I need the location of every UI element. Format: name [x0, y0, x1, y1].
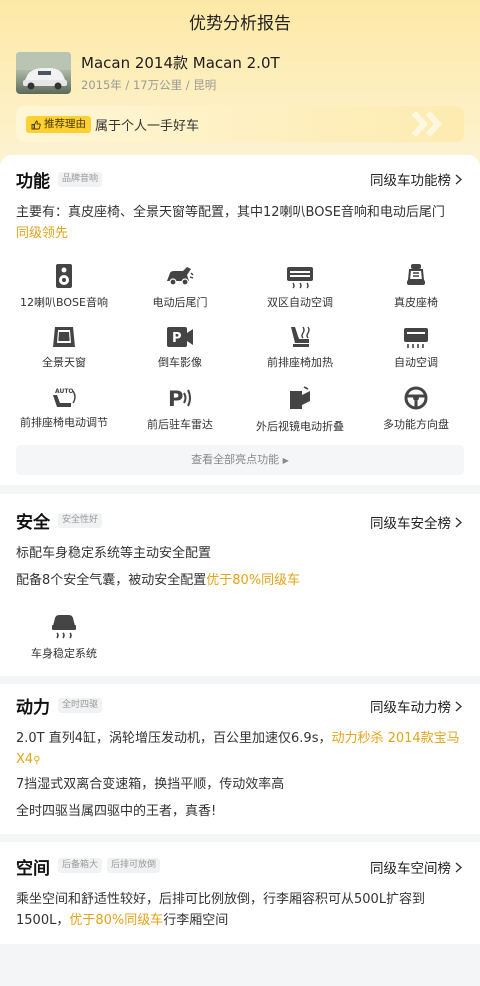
feature-label: 双区自动空调: [267, 296, 333, 309]
feature-label: 电动后尾门: [152, 296, 208, 309]
power-tag: 全时四驱: [58, 698, 103, 713]
double-chevron-decoration-icon: [411, 110, 443, 138]
feature-item[interactable]: 双区自动空调: [240, 263, 360, 310]
chevron-right-icon: [455, 173, 462, 185]
feature-item[interactable]: 车身稳定系统: [4, 614, 124, 661]
auto-ac-icon: [404, 328, 428, 348]
leather-seat-icon: [407, 264, 425, 285]
feature-item[interactable]: 外后视镜电动折叠: [240, 385, 360, 434]
space-rank-link[interactable]: 同级车空间榜: [370, 857, 462, 877]
car-meta: 2015年 / 17万公里 / 昆明: [81, 78, 217, 92]
car-thumbnail[interactable]: [16, 52, 71, 94]
feature-label: 真皮座椅: [394, 296, 438, 309]
safety-tag: 安全性好: [58, 513, 103, 528]
search-icon[interactable]: ⚲: [33, 755, 40, 766]
space-tag: 后备箱大: [58, 858, 103, 873]
feature-item[interactable]: 多功能方向盘: [356, 385, 476, 432]
space-title: 空间: [16, 859, 50, 879]
safety-title: 安全: [16, 513, 50, 533]
safety-line-2-highlight: 优于80%同级车: [206, 573, 301, 588]
speaker-icon: [56, 264, 72, 288]
feature-label: 自动空调: [394, 356, 438, 369]
feature-label: 倒车影像: [158, 356, 202, 369]
chevron-right-icon: [455, 700, 462, 712]
feature-label: 多功能方向盘: [383, 418, 449, 431]
feature-label: 前后驻车雷达: [147, 418, 213, 431]
recommend-reason-text: 属于个人一手好车: [95, 119, 200, 134]
space-line-2-text: 1500L，: [16, 913, 70, 928]
safety-rank-link[interactable]: 同级车安全榜: [370, 512, 462, 532]
space-line-2-highlight: 优于80%同级车: [69, 913, 164, 928]
recommend-reason-tag-label: 推荐理由: [44, 118, 86, 130]
power-tailgate-icon: [167, 267, 194, 286]
safety-rank-label: 同级车安全榜: [370, 516, 451, 532]
feature-item[interactable]: 12喇叭BOSE音响: [4, 263, 124, 310]
function-desc-text: 主要有：真皮座椅、全景天窗等配置，其中12喇叭BOSE音响和电动后尾门: [16, 205, 445, 220]
feature-label: 全景天窗: [42, 356, 86, 369]
power-card: 动力 全时四驱 同级车动力榜 2.0T 直列4缸，涡轮增压发动机，百公里加速仅6…: [0, 684, 480, 834]
function-card: 功能 品牌音响 同级车功能榜 主要有：真皮座椅、全景天窗等配置，其中12喇叭BO…: [0, 155, 480, 485]
recommend-reason-tag: 推荐理由: [26, 116, 91, 133]
thumbs-up-icon: [31, 120, 41, 129]
feature-item[interactable]: 自动空调: [356, 325, 476, 370]
space-card: 空间 后备箱大 后排可放倒 同级车空间榜 乘坐空间和舒适性较好，后排可比例放倒，…: [0, 842, 480, 944]
safety-line-2: 配备8个安全气囊，被动安全配置优于80%同级车: [16, 570, 466, 591]
space-tag: 后排可放倒: [107, 858, 161, 873]
mirror-fold-icon: [290, 386, 310, 409]
feature-label: 外后视镜电动折叠: [256, 420, 344, 433]
svg-text:P: P: [172, 331, 182, 346]
feature-item[interactable]: AUTO 前排座椅电动调节: [4, 385, 124, 430]
function-desc-highlight: 同级领先: [16, 226, 69, 241]
safety-line-1: 标配车身稳定系统等主动安全配置: [16, 546, 212, 561]
space-description: 乘坐空间和舒适性较好，后排可比例放倒，行李厢容积可从500L扩容到 1500L，…: [16, 889, 466, 931]
chevron-right-icon: [455, 516, 462, 528]
feature-item[interactable]: 真皮座椅: [356, 263, 476, 310]
space-line-1: 乘坐空间和舒适性较好，后排可比例放倒，行李厢容积可从500L扩容到: [16, 892, 426, 907]
page-title: 优势分析报告: [189, 14, 291, 34]
feature-label: 前排座椅加热: [267, 356, 333, 369]
feature-item[interactable]: 前排座椅加热: [240, 325, 360, 370]
feature-label: 前排座椅电动调节: [20, 416, 108, 429]
safety-line-2-text: 配备8个安全气囊，被动安全配置: [16, 573, 207, 588]
steering-wheel-icon: [404, 386, 428, 410]
parking-radar-icon: P: [168, 387, 191, 411]
function-description: 主要有：真皮座椅、全景天窗等配置，其中12喇叭BOSE音响和电动后尾门 同级领先: [16, 202, 466, 244]
function-rank-link[interactable]: 同级车功能榜: [370, 169, 462, 189]
triangle-right-icon: ▶: [282, 456, 289, 465]
function-title: 功能: [16, 172, 50, 192]
power-seat-adjust-icon: AUTO: [53, 388, 76, 407]
panoramic-sunroof-icon: [53, 327, 75, 347]
car-name: Macan 2014款 Macan 2.0T: [81, 54, 280, 72]
svg-text:P: P: [168, 387, 183, 411]
dual-zone-ac-icon: [287, 267, 313, 289]
stability-control-icon: [52, 615, 76, 639]
view-all-label: 查看全部亮点功能: [191, 453, 280, 466]
recommend-reason-bar: 推荐理由 属于个人一手好车: [16, 106, 464, 142]
chevron-right-icon: [455, 861, 462, 873]
svg-text:AUTO: AUTO: [55, 388, 74, 395]
power-line-3: 全时四驱当属四驱中的王者，真香!: [16, 804, 217, 819]
space-line-2-suffix: 行李厢空间: [163, 913, 229, 928]
power-line-1: 2.0T 直列4缸，涡轮增压发动机，百公里加速仅6.9s，动力秒杀 2014款宝…: [16, 728, 462, 771]
function-tag: 品牌音响: [58, 172, 103, 187]
power-rank-label: 同级车动力榜: [370, 700, 451, 716]
space-rank-label: 同级车空间榜: [370, 861, 451, 877]
feature-label: 12喇叭BOSE音响: [20, 296, 108, 309]
feature-label: 车身稳定系统: [31, 647, 97, 660]
safety-card: 安全 安全性好 同级车安全榜 标配车身稳定系统等主动安全配置 配备8个安全气囊，…: [0, 494, 480, 676]
power-line-2: 7挡湿式双离合变速箱，换挡平顺，传动效率高: [16, 777, 285, 792]
feature-item[interactable]: 全景天窗: [4, 325, 124, 370]
feature-item[interactable]: P 前后驻车雷达: [120, 385, 240, 432]
function-rank-label: 同级车功能榜: [370, 173, 451, 189]
feature-item[interactable]: P 倒车影像: [120, 325, 240, 370]
view-all-features-button[interactable]: 查看全部亮点功能 ▶: [16, 445, 464, 475]
power-rank-link[interactable]: 同级车动力榜: [370, 696, 462, 716]
power-line-1-text: 2.0T 直列4缸，涡轮增压发动机，百公里加速仅6.9s，: [16, 731, 332, 746]
reverse-camera-icon: P: [167, 327, 193, 347]
seat-heating-icon: [291, 326, 310, 347]
power-title: 动力: [16, 698, 50, 718]
feature-item[interactable]: 电动后尾门: [120, 263, 240, 310]
